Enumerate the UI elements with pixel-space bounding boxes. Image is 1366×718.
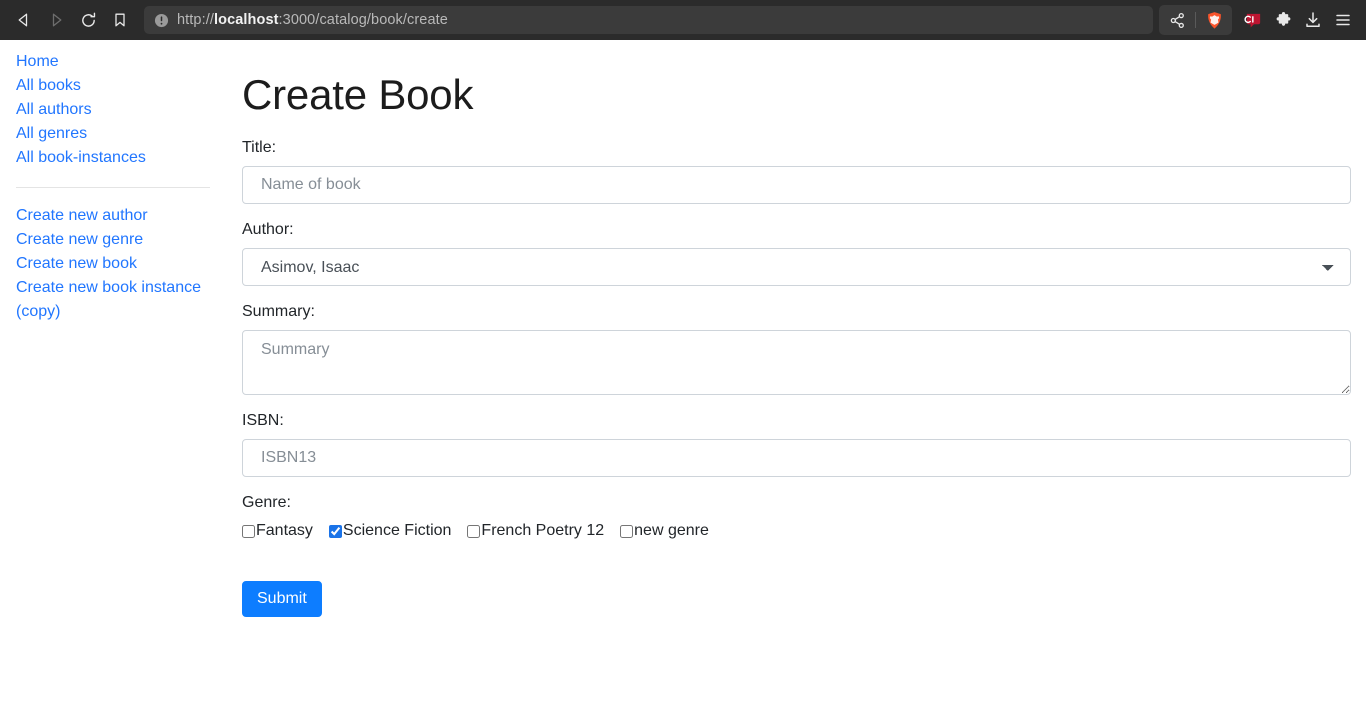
toolbar-separator xyxy=(1195,12,1196,28)
extensions-puzzle-icon xyxy=(1276,11,1290,26)
reload-icon xyxy=(81,12,95,27)
downloads-icon xyxy=(1306,12,1320,28)
genre-checkbox-label-fantasy: Fantasy xyxy=(256,522,313,540)
browser-menu-icon xyxy=(1336,14,1350,26)
genre-checkbox-list: Fantasy Science Fiction French Poetry 12… xyxy=(242,521,1351,541)
genre-checkbox-label-new-genre: new genre xyxy=(634,522,709,540)
extensions-button[interactable] xyxy=(1268,5,1298,35)
sidebar-item-all-genres[interactable]: All genres xyxy=(16,122,210,146)
isbn-field-group: ISBN: xyxy=(242,411,1351,478)
bookmark-icon xyxy=(115,13,125,27)
genre-checkbox-science-fiction[interactable] xyxy=(328,524,342,538)
sidebar-item-create-new-book[interactable]: Create new book xyxy=(16,252,210,276)
genre-field-group: Genre: Fantasy Science Fiction French Po… xyxy=(242,493,1351,541)
genre-item-french-poetry-12: French Poetry 12 xyxy=(467,521,604,541)
title-label: Title: xyxy=(242,139,277,157)
author-label: Author: xyxy=(242,221,294,239)
genre-checkbox-french-poetry-12[interactable] xyxy=(467,524,481,538)
author-select[interactable]: Asimov, Isaac xyxy=(242,248,1351,287)
genre-item-new-genre: new genre xyxy=(620,521,709,541)
sidebar-item-create-new-book-instance[interactable]: Create new book instance (copy) xyxy=(16,276,210,324)
share-icon xyxy=(1170,12,1184,28)
genre-checkbox-fantasy[interactable] xyxy=(242,524,255,538)
genre-item-science-fiction: Science Fiction xyxy=(328,521,452,541)
back-arrow-icon xyxy=(18,13,28,27)
genre-checkbox-label-science-fiction: Science Fiction xyxy=(342,522,452,540)
url-path: :3000/catalog/book/create xyxy=(278,12,448,28)
browser-menu-button[interactable] xyxy=(1328,5,1358,35)
url-host: localhost xyxy=(213,12,279,28)
url-scheme: http:// xyxy=(177,12,214,28)
brave-leo-icon xyxy=(1243,13,1260,27)
create-book-form: Title: Author: Asimov, Isaac Summary: IS… xyxy=(242,138,1351,618)
genre-checkbox-label-french-poetry-12: French Poetry 12 xyxy=(481,522,605,540)
author-field-group: Author: Asimov, Isaac xyxy=(242,220,1351,287)
bookmark-button[interactable] xyxy=(104,4,136,36)
main-content: Create Book Title: Author: Asimov, Isaac… xyxy=(226,40,1366,718)
page-title: Create Book xyxy=(242,71,474,118)
info-circle-icon[interactable] xyxy=(154,13,169,28)
genre-checkbox-new-genre[interactable] xyxy=(620,524,634,538)
sidebar-navigation: Home All books All authors All genres Al… xyxy=(0,40,226,718)
url-text: http://localhost:3000/catalog/book/creat… xyxy=(177,12,448,28)
downloads-button[interactable] xyxy=(1298,5,1328,35)
forward-arrow-icon xyxy=(52,13,62,27)
brave-shields-button[interactable] xyxy=(1199,5,1229,35)
sidebar-item-create-new-author[interactable]: Create new author xyxy=(16,204,210,228)
sidebar-item-home[interactable]: Home xyxy=(16,50,210,74)
title-input[interactable] xyxy=(242,166,1351,205)
brave-shields-icon xyxy=(1207,11,1221,29)
summary-label: Summary: xyxy=(242,303,315,321)
title-field-group: Title: xyxy=(242,138,1351,205)
back-button[interactable] xyxy=(8,4,40,36)
share-button[interactable] xyxy=(1162,5,1192,35)
sidebar-divider xyxy=(16,187,210,188)
isbn-input[interactable] xyxy=(242,439,1351,478)
browser-toolbar: http://localhost:3000/catalog/book/creat… xyxy=(0,0,1366,40)
sidebar-item-all-book-instances[interactable]: All book-instances xyxy=(16,146,210,170)
share-and-shields-group xyxy=(1159,5,1232,35)
sidebar-item-create-new-genre[interactable]: Create new genre xyxy=(16,228,210,252)
toolbar-actions xyxy=(1159,5,1358,35)
sidebar-item-all-authors[interactable]: All authors xyxy=(16,98,210,122)
page-content: Home All books All authors All genres Al… xyxy=(0,40,1366,718)
genre-item-fantasy: Fantasy xyxy=(242,521,313,541)
submit-button[interactable]: Submit xyxy=(242,581,322,618)
summary-field-group: Summary: xyxy=(242,302,1351,396)
sidebar-item-all-books[interactable]: All books xyxy=(16,74,210,98)
reload-button[interactable] xyxy=(72,4,104,36)
isbn-label: ISBN: xyxy=(242,412,284,430)
forward-button[interactable] xyxy=(40,4,72,36)
summary-textarea[interactable] xyxy=(242,330,1351,396)
genre-label: Genre: xyxy=(242,494,291,512)
brave-leo-button[interactable] xyxy=(1238,5,1268,35)
address-bar[interactable]: http://localhost:3000/catalog/book/creat… xyxy=(144,6,1153,34)
